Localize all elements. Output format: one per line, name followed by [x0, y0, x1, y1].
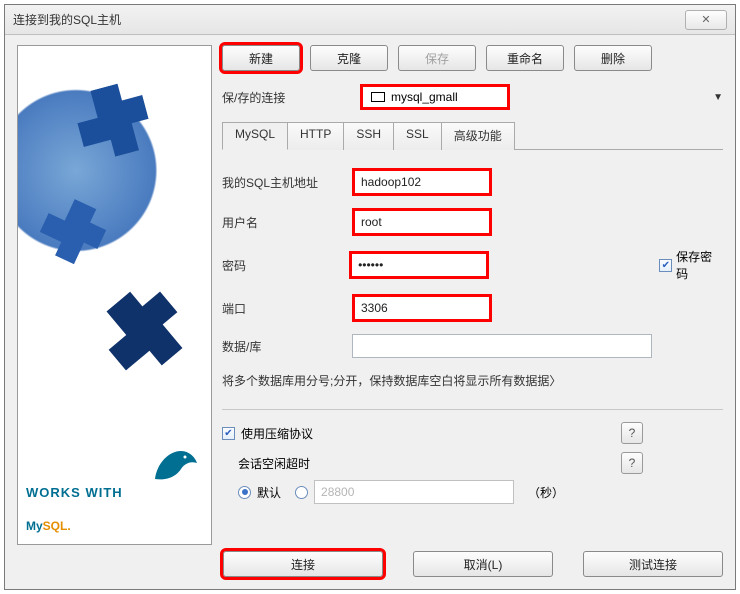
saved-connection-combo[interactable]: mysql_gmall ▼	[360, 85, 723, 109]
mysql-logo: WORKS WITH MySQL.	[26, 485, 203, 536]
help-idle-button[interactable]: ?	[621, 452, 643, 474]
dialog-window: 连接到我的SQL主机 ✕ WORKS WITH MySQL.	[4, 4, 736, 590]
test-connection-button[interactable]: 测试连接	[583, 551, 723, 577]
save-button[interactable]: 保存	[398, 45, 476, 71]
compress-label: 使用压缩协议	[241, 425, 313, 442]
tab-advanced[interactable]: 高级功能	[441, 122, 515, 150]
rename-button[interactable]: 重命名	[486, 45, 564, 71]
delete-button[interactable]: 删除	[574, 45, 652, 71]
tab-http[interactable]: HTTP	[287, 122, 344, 150]
main-panel: 新建 克隆 保存 重命名 删除 保/存的连接 mysql_gmall ▼	[222, 45, 723, 545]
username-input[interactable]	[352, 208, 492, 236]
save-password-label: 保存密码	[676, 248, 723, 282]
dolphin-icon	[151, 445, 199, 485]
port-label: 端口	[222, 300, 352, 317]
window-title: 连接到我的SQL主机	[13, 11, 121, 28]
compress-checkbox[interactable]: ✔	[222, 427, 235, 440]
help-compress-button[interactable]: ?	[621, 422, 643, 444]
password-input[interactable]	[349, 251, 489, 279]
tab-ssl[interactable]: SSL	[393, 122, 442, 150]
works-with-text: WORKS WITH	[26, 485, 203, 500]
password-label: 密码	[222, 257, 349, 274]
clone-button[interactable]: 克隆	[310, 45, 388, 71]
saved-connection-value: mysql_gmall	[391, 90, 458, 104]
host-label: 我的SQL主机地址	[222, 174, 352, 191]
idle-default-label: 默认	[257, 484, 281, 501]
close-button[interactable]: ✕	[685, 10, 727, 30]
connection-icon	[371, 92, 385, 102]
port-input[interactable]	[352, 294, 492, 322]
host-input[interactable]	[352, 168, 492, 196]
idle-default-radio[interactable]	[238, 486, 251, 499]
save-password-checkbox[interactable]: ✔	[659, 259, 672, 272]
idle-custom-radio[interactable]	[295, 486, 308, 499]
idle-timeout-label: 会话空闲超时	[238, 455, 352, 472]
cancel-button[interactable]: 取消(L)	[413, 551, 553, 577]
database-label: 数据/库	[222, 338, 352, 355]
idle-custom-input[interactable]: 28800	[314, 480, 514, 504]
bottom-bar: 连接 取消(L) 测试连接	[17, 551, 723, 577]
connect-button[interactable]: 连接	[223, 551, 383, 577]
seconds-label: （秒）	[528, 484, 564, 501]
chevron-down-icon[interactable]: ▼	[713, 92, 723, 103]
tab-ssh[interactable]: SSH	[343, 122, 394, 150]
logo-sql: SQL	[43, 519, 68, 533]
titlebar: 连接到我的SQL主机 ✕	[5, 5, 735, 35]
logo-my: My	[26, 519, 43, 533]
tab-mysql[interactable]: MySQL	[222, 122, 288, 150]
sidebar-illustration: WORKS WITH MySQL.	[17, 45, 212, 545]
database-input[interactable]	[352, 334, 652, 358]
saved-connection-label: 保/存的连接	[222, 89, 342, 106]
user-label: 用户名	[222, 214, 352, 231]
tab-bar: MySQL HTTP SSH SSL 高级功能	[222, 121, 723, 150]
database-hint: 将多个数据库用分号;分开，保持数据库空白将显示所有数据据〉	[222, 372, 723, 389]
new-button[interactable]: 新建	[222, 45, 300, 71]
